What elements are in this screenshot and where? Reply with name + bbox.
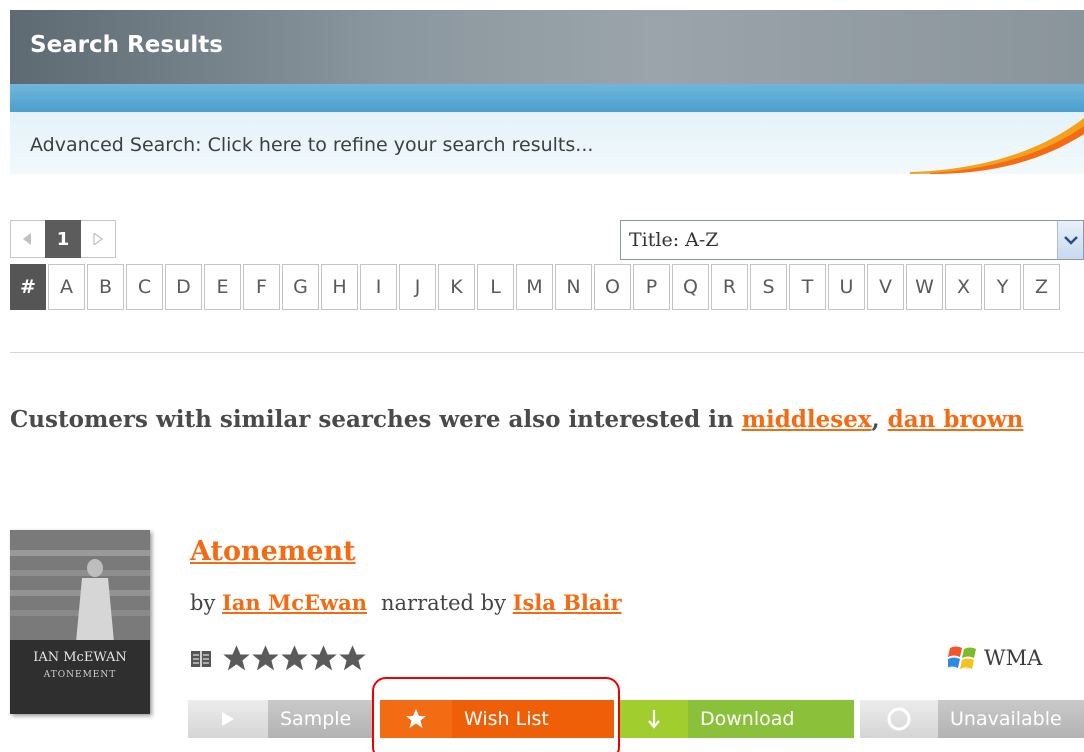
page-title: Search Results <box>30 32 223 58</box>
letter-filter-e[interactable]: E <box>204 264 241 310</box>
header-accent-bar <box>10 84 1084 112</box>
book-icon <box>191 650 211 667</box>
related-search-link-dan-brown[interactable]: dan brown <box>888 406 1024 433</box>
letter-filter-g[interactable]: G <box>282 264 319 310</box>
swoosh-decoration <box>910 118 1084 174</box>
sort-dropdown-button[interactable] <box>1057 221 1083 259</box>
chevron-right-icon <box>93 233 103 245</box>
letter-filter-m[interactable]: M <box>516 264 553 310</box>
letter-filter-o[interactable]: O <box>594 264 631 310</box>
format-label: WMA <box>984 646 1043 670</box>
letter-filter-d[interactable]: D <box>165 264 202 310</box>
action-buttons: Sample Wish List Download Unavailable <box>188 700 1084 738</box>
letter-filter-k[interactable]: K <box>438 264 475 310</box>
sort-select[interactable]: Title: A-Z <box>620 220 1084 260</box>
cover-title-text: ATONEMENT <box>43 670 117 680</box>
advanced-search-link[interactable]: Advanced Search: Click here to refine yo… <box>30 134 593 156</box>
page-number-current[interactable]: 1 <box>45 220 81 258</box>
letter-filter-j[interactable]: J <box>399 264 436 310</box>
letter-filter-r[interactable]: R <box>711 264 748 310</box>
star-rating <box>222 644 367 673</box>
download-button-label: Download <box>688 700 854 738</box>
letter-filter-z[interactable]: Z <box>1023 264 1060 310</box>
cover-figure-art <box>10 530 150 714</box>
rating-star-icon <box>310 645 337 671</box>
letter-filter-u[interactable]: U <box>828 264 865 310</box>
cover-author-text: IAN McEWAN <box>33 650 127 665</box>
letter-filter-y[interactable]: Y <box>984 264 1021 310</box>
unavailable-button[interactable]: Unavailable <box>860 700 1084 738</box>
unavailable-button-label: Unavailable <box>938 700 1084 738</box>
sample-button[interactable]: Sample <box>188 700 374 738</box>
wish-list-button-label: Wish List <box>452 700 614 738</box>
letter-filter-f[interactable]: F <box>243 264 280 310</box>
rating-star-icon <box>223 645 250 671</box>
prev-page-button[interactable] <box>10 220 46 258</box>
sample-button-label: Sample <box>268 700 374 738</box>
divider <box>10 352 1084 353</box>
download-arrow-icon <box>648 710 660 729</box>
letter-filter-i[interactable]: I <box>360 264 397 310</box>
chevron-down-icon <box>1063 236 1078 245</box>
author-link[interactable]: Ian McEwan <box>222 590 367 615</box>
letter-filter-b[interactable]: B <box>87 264 124 310</box>
related-searches-prefix: Customers with similar searches were als… <box>10 406 742 433</box>
book-cover-image[interactable]: IAN McEWAN ATONEMENT <box>10 530 150 714</box>
letter-filter-bar: # A B C D E F G H I J K L M N O P Q R S T U V W X Y Z <box>10 264 1062 310</box>
star-icon <box>406 709 426 728</box>
play-icon <box>222 712 234 726</box>
letter-filter-n[interactable]: N <box>555 264 592 310</box>
letter-filter-w[interactable]: W <box>906 264 943 310</box>
related-search-link-middlesex[interactable]: middlesex <box>742 406 872 433</box>
letter-filter-t[interactable]: T <box>789 264 826 310</box>
letter-filter-v[interactable]: V <box>867 264 904 310</box>
wish-list-button[interactable]: Wish List <box>380 700 614 738</box>
download-button[interactable]: Download <box>620 700 854 738</box>
rating-star-icon <box>281 645 308 671</box>
sort-selected-value: Title: A-Z <box>629 229 719 251</box>
letter-filter-s[interactable]: S <box>750 264 787 310</box>
rating-row <box>190 644 367 673</box>
letter-filter-q[interactable]: Q <box>672 264 709 310</box>
windows-logo-icon <box>948 646 976 669</box>
chevron-left-icon <box>23 233 31 245</box>
letter-filter-all[interactable]: # <box>10 264 46 310</box>
rating-star-icon <box>339 645 366 671</box>
narrator-link[interactable]: Isla Blair <box>513 590 622 615</box>
format-badge: WMA <box>948 645 1042 671</box>
letter-filter-c[interactable]: C <box>126 264 163 310</box>
rating-star-icon <box>252 645 279 671</box>
page-header: Search Results <box>10 10 1084 84</box>
letter-filter-h[interactable]: H <box>321 264 358 310</box>
book-byline: by Ian McEwan narrated by Isla Blair <box>190 590 622 615</box>
loading-circle-icon <box>887 707 911 731</box>
letter-filter-x[interactable]: X <box>945 264 982 310</box>
related-searches: Customers with similar searches were als… <box>10 396 1084 443</box>
next-page-button[interactable] <box>80 220 116 258</box>
by-label: by <box>190 591 216 615</box>
letter-filter-a[interactable]: A <box>48 264 85 310</box>
pagination: 1 <box>10 220 116 258</box>
letter-filter-p[interactable]: P <box>633 264 670 310</box>
book-title-link[interactable]: Atonement <box>190 536 356 567</box>
narrated-by-label: narrated by <box>381 591 506 615</box>
related-searches-separator: , <box>871 406 888 433</box>
letter-filter-l[interactable]: L <box>477 264 514 310</box>
advanced-search-bar[interactable]: Advanced Search: Click here to refine yo… <box>10 112 1084 174</box>
